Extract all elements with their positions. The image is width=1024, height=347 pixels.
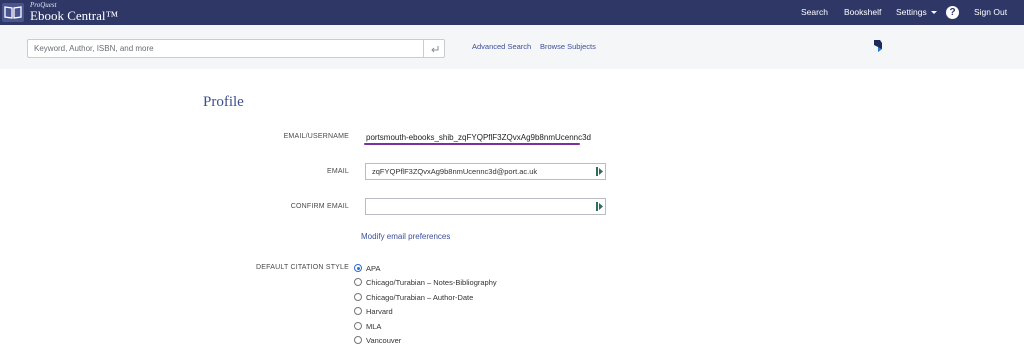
citation-option-label: Harvard — [366, 307, 393, 316]
browse-subjects-link[interactable]: Browse Subjects — [540, 42, 596, 51]
search-submit-button[interactable] — [423, 39, 445, 58]
citation-style-label: DEFAULT CITATION STYLE — [256, 264, 349, 271]
nav-search[interactable]: Search — [801, 0, 828, 25]
caret-down-icon — [930, 11, 937, 15]
email-label: EMAIL — [326, 168, 349, 175]
accessibility-widget-icon[interactable] — [873, 40, 883, 52]
password-manager-icon[interactable] — [596, 202, 603, 211]
confirm-email-label: CONFIRM EMAIL — [290, 203, 349, 210]
radio-button[interactable] — [354, 322, 362, 330]
search-input[interactable] — [27, 39, 423, 58]
nav-sign-out[interactable]: Sign Out — [974, 0, 1007, 25]
citation-option-label: Vancouver — [366, 336, 402, 345]
book-logo-icon[interactable] — [2, 3, 24, 22]
citation-option-label: Chicago/Turabian – Notes-Bibliography — [366, 278, 497, 287]
radio-button[interactable] — [354, 264, 362, 272]
confirm-email-field[interactable] — [365, 198, 606, 215]
nav-bookshelf[interactable]: Bookshelf — [844, 0, 881, 25]
advanced-search-link[interactable]: Advanced Search — [472, 42, 531, 51]
radio-button[interactable] — [354, 278, 362, 286]
username-label: EMAIL/USERNAME — [283, 133, 349, 140]
password-manager-icon[interactable] — [596, 167, 603, 176]
email-field[interactable] — [365, 163, 606, 180]
citation-option-label: APA — [366, 264, 381, 273]
page-title: Profile — [203, 94, 244, 110]
username-value: portsmouth-ebooks_shib_zqFYQPflF3ZQvxAg9… — [366, 133, 591, 142]
radio-button[interactable] — [354, 336, 362, 344]
help-icon[interactable]: ? — [946, 6, 959, 19]
top-navigation-bar: ProQuest Ebook Central™ Search Bookshelf… — [0, 0, 1024, 25]
nav-settings-label: Settings — [896, 7, 927, 17]
username-underline — [364, 143, 580, 145]
brand-ebook-central[interactable]: Ebook Central™ — [30, 8, 118, 23]
radio-button[interactable] — [354, 293, 362, 301]
radio-button[interactable] — [354, 307, 362, 315]
search-band: Advanced Search Browse Subjects — [0, 25, 1024, 69]
modify-email-preferences-link[interactable]: Modify email preferences — [361, 232, 450, 241]
return-arrow-icon — [431, 46, 439, 53]
citation-option-label: Chicago/Turabian – Author-Date — [366, 293, 474, 302]
citation-option-label: MLA — [366, 322, 382, 331]
nav-settings[interactable]: Settings — [896, 0, 937, 25]
